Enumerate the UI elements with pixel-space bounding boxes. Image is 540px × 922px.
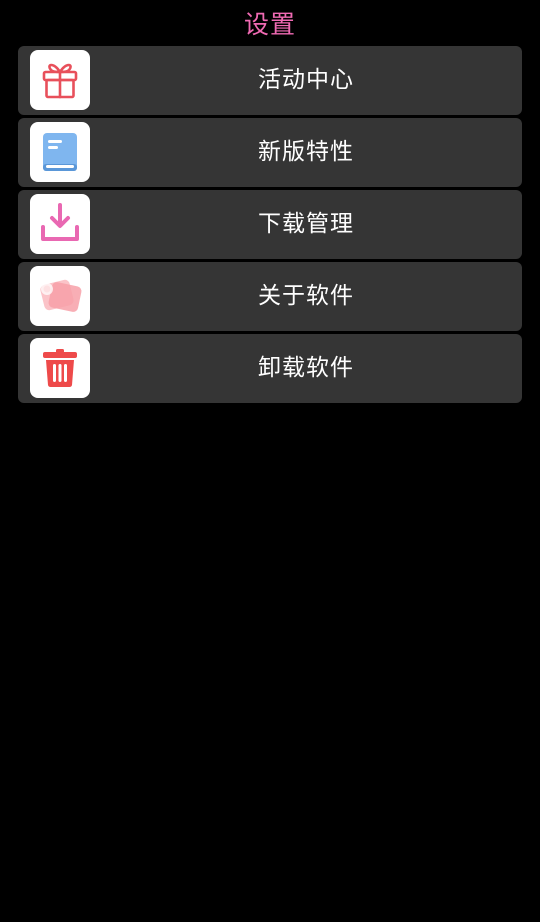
gift-icon xyxy=(30,50,90,110)
menu-item-label: 新版特性 xyxy=(258,139,354,165)
settings-menu: 活动中心 新版特性 下载管理 关于软件 卸载软件 xyxy=(18,46,522,406)
menu-item-label: 卸载软件 xyxy=(258,355,354,381)
menu-item-new-features[interactable]: 新版特性 xyxy=(18,118,522,187)
menu-item-about-software[interactable]: 关于软件 xyxy=(18,262,522,331)
download-icon xyxy=(30,194,90,254)
header-bar: 设置 xyxy=(0,0,540,46)
menu-item-label: 下载管理 xyxy=(258,211,354,237)
menu-item-download-manager[interactable]: 下载管理 xyxy=(18,190,522,259)
info-card-icon xyxy=(30,266,90,326)
menu-item-label: 活动中心 xyxy=(258,67,354,93)
trash-icon xyxy=(30,338,90,398)
menu-item-uninstall-software[interactable]: 卸载软件 xyxy=(18,334,522,403)
menu-item-label: 关于软件 xyxy=(258,283,354,309)
page-title: 设置 xyxy=(243,10,296,39)
book-icon xyxy=(30,122,90,182)
menu-item-activity-center[interactable]: 活动中心 xyxy=(18,46,522,115)
